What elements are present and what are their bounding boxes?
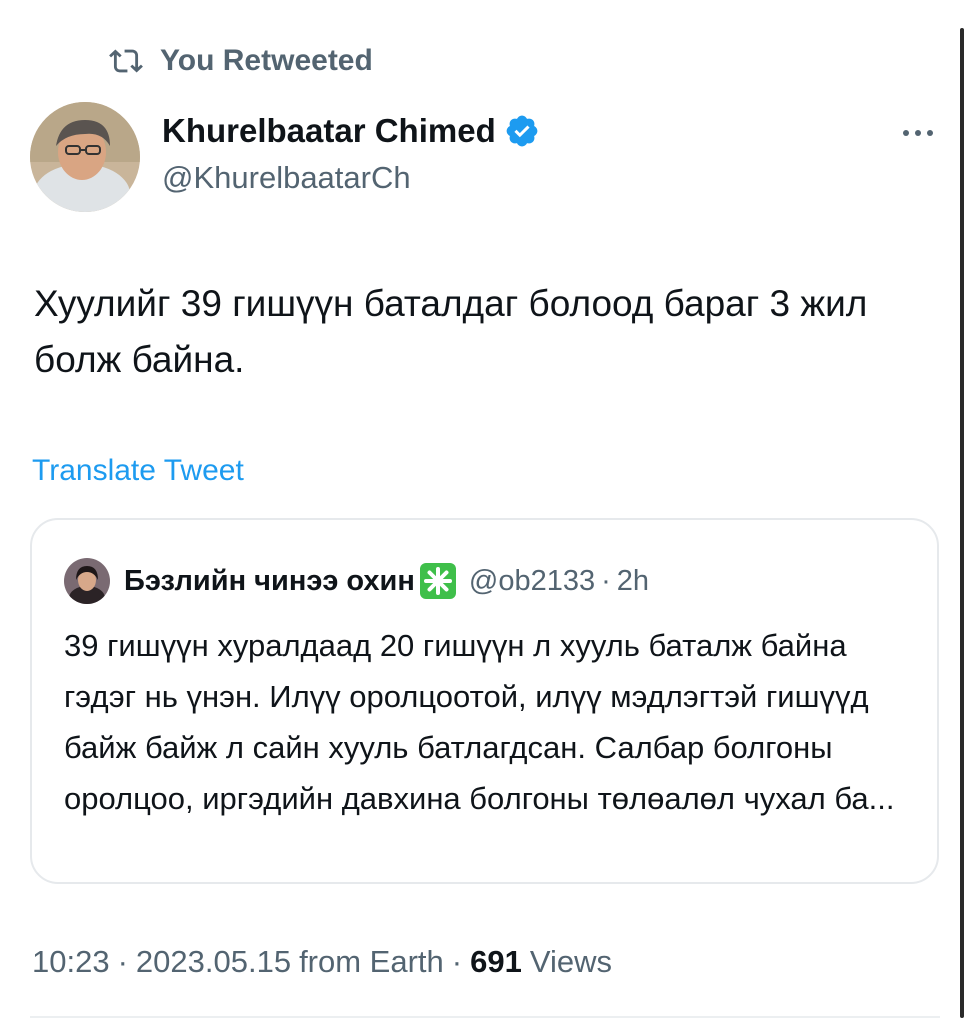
- quoted-author-name[interactable]: Бэзлийн чинээ охин: [124, 565, 415, 598]
- quoted-tweet-text: 39 гишүүн хуралдаад 20 гишүүн л хууль ба…: [64, 628, 895, 816]
- divider: [30, 1016, 940, 1018]
- tweet-text: Хуулийг 39 гишүүн баталдаг болоод бараг …: [34, 283, 868, 380]
- meta-separator: ·: [117, 944, 128, 979]
- quoted-tweet-header: Бэзлийн чинээ охин @ob2133 · 2h: [64, 558, 649, 604]
- retweet-label: You Retweeted: [160, 44, 373, 77]
- quoted-author-avatar[interactable]: [64, 558, 110, 604]
- verified-badge-icon: [506, 115, 538, 147]
- more-options-icon[interactable]: [898, 123, 938, 143]
- retweet-indicator: You Retweeted: [106, 44, 373, 78]
- quoted-header-separator: ·: [601, 564, 611, 597]
- author-avatar[interactable]: [30, 102, 140, 212]
- translate-tweet-link[interactable]: Translate Tweet: [32, 454, 244, 488]
- author-name[interactable]: Khurelbaatar Chimed: [162, 112, 496, 150]
- author-info[interactable]: Khurelbaatar Chimed @KhurelbaatarCh: [162, 112, 540, 196]
- tweet-metadata: 10:23 · 2023.05.15 from Earth · 691 View…: [32, 944, 612, 980]
- views-label: Views: [529, 944, 612, 979]
- tweet-date[interactable]: 2023.05.15: [136, 944, 291, 980]
- quoted-tweet-card[interactable]: Бэзлийн чинээ охин @ob2133 · 2h 39 гишүү…: [30, 518, 939, 884]
- quoted-tweet-time[interactable]: 2h: [617, 565, 649, 598]
- sparkle-emoji-icon: [419, 563, 456, 599]
- author-handle[interactable]: @KhurelbaatarCh: [162, 160, 540, 196]
- views-count[interactable]: 691: [470, 944, 522, 980]
- retweet-icon: [109, 49, 143, 73]
- tweet-time[interactable]: 10:23: [32, 944, 110, 980]
- tweet-source: from Earth: [299, 944, 444, 979]
- meta-separator-2: ·: [451, 944, 463, 979]
- quoted-author-handle[interactable]: @ob2133: [469, 565, 595, 598]
- scrollbar[interactable]: [960, 28, 964, 1018]
